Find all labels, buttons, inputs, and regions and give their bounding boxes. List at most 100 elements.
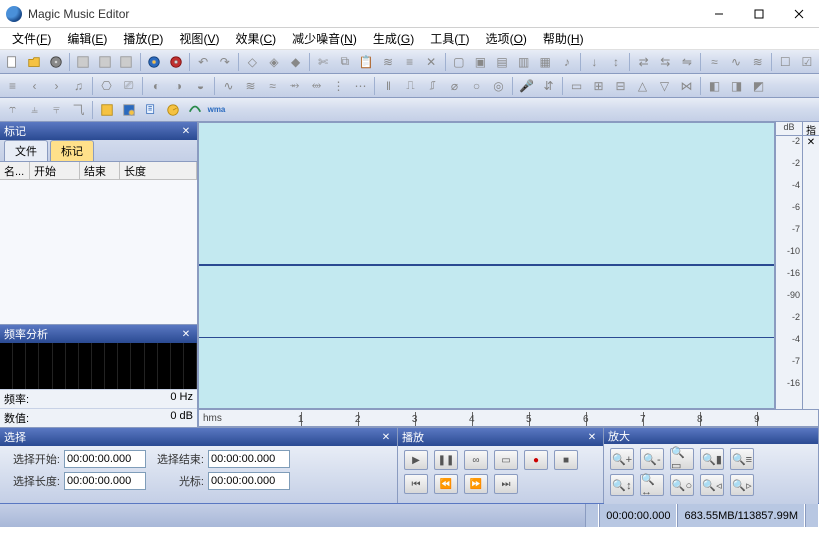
maximize-button[interactable] — [739, 0, 779, 28]
tool-d3[interactable]: ⫧ — [46, 99, 67, 120]
col-name[interactable]: 名... — [0, 162, 30, 179]
undo-button[interactable]: ↶ — [193, 51, 214, 72]
tool-c1[interactable]: ≡ — [2, 75, 23, 96]
tool-d5[interactable] — [96, 99, 117, 120]
tool-c8[interactable]: ◑ — [168, 75, 189, 96]
loop-button[interactable]: ∞ — [464, 450, 488, 470]
menu-noise[interactable]: 减少噪音(N) — [284, 28, 365, 49]
zoom-sel2-button[interactable]: 🔍≡ — [730, 448, 754, 470]
tool-c16[interactable]: ⋯ — [350, 75, 371, 96]
tool-c14[interactable]: ⥈ — [306, 75, 327, 96]
tool-b16[interactable]: ⇋ — [677, 51, 698, 72]
tool-b6[interactable]: ▢ — [448, 51, 469, 72]
selection-end-input[interactable]: 00:00:00.000 — [208, 450, 290, 468]
frequency-panel-close-button[interactable]: ✕ — [179, 327, 193, 341]
menu-tools[interactable]: 工具(T) — [422, 28, 477, 49]
tool-c15[interactable]: ⋮ — [328, 75, 349, 96]
tool-b5[interactable]: ≡ — [399, 51, 420, 72]
tool-b19[interactable]: ≋ — [747, 51, 768, 72]
tool-c24[interactable]: ▭ — [566, 75, 587, 96]
rewind-button[interactable]: ⏪ — [434, 474, 458, 494]
playback-panel-close-button[interactable]: ✕ — [585, 430, 599, 444]
right-header-close-icon[interactable]: ✕ — [807, 137, 815, 148]
tool-b10[interactable]: ▦ — [535, 51, 556, 72]
menu-generate[interactable]: 生成(G) — [365, 28, 422, 49]
skip-start-button[interactable]: ⏮ — [404, 474, 428, 494]
zoom-v-out-button[interactable]: 🔍↔ — [640, 474, 664, 496]
tool-c30[interactable]: ◧ — [704, 75, 725, 96]
forward-button[interactable]: ⏩ — [464, 474, 488, 494]
time-ruler[interactable]: hms 123456789 — [198, 409, 819, 427]
tool-c2[interactable]: ‹ — [24, 75, 45, 96]
tool-c28[interactable]: ▽ — [654, 75, 675, 96]
zoom-right-button[interactable]: 🔍▹ — [730, 474, 754, 496]
tool-b4[interactable]: ≋ — [378, 51, 399, 72]
col-end[interactable]: 结束 — [80, 162, 120, 179]
tool-b14[interactable]: ⇄ — [633, 51, 654, 72]
redo-button[interactable]: ↷ — [214, 51, 235, 72]
tool-d4[interactable]: ⺄ — [68, 99, 89, 120]
tool-b2[interactable]: ◈ — [264, 51, 285, 72]
zoom-reset-button[interactable]: 🔍○ — [670, 474, 694, 496]
zoom-in-button[interactable]: 🔍+ — [610, 448, 634, 470]
tool-c11[interactable]: ≋ — [240, 75, 261, 96]
paste-button[interactable]: 📋 — [356, 51, 377, 72]
tool-c17[interactable]: ǁ — [378, 75, 399, 96]
zoom-fit-button[interactable]: 🔍▭ — [670, 448, 694, 470]
menu-help[interactable]: 帮助(H) — [535, 28, 592, 49]
skip-end-button[interactable]: ⏭ — [494, 474, 518, 494]
col-length[interactable]: 长度 — [120, 162, 197, 179]
tool-b9[interactable]: ▥ — [513, 51, 534, 72]
zoom-left-button[interactable]: 🔍◃ — [700, 474, 724, 496]
tool-c10[interactable]: ∿ — [218, 75, 239, 96]
tab-markers[interactable]: 标记 — [50, 140, 94, 161]
tool-c32[interactable]: ◩ — [748, 75, 769, 96]
tool-c25[interactable]: ⊞ — [588, 75, 609, 96]
export-button[interactable] — [116, 51, 137, 72]
tool-c9[interactable]: ◒ — [190, 75, 211, 96]
menu-edit[interactable]: 编辑(E) — [59, 28, 115, 49]
save-button[interactable] — [73, 51, 94, 72]
tool-b7[interactable]: ▣ — [470, 51, 491, 72]
tool-c7[interactable]: ◐ — [146, 75, 167, 96]
tool-c13[interactable]: ⥇ — [284, 75, 305, 96]
tool-c21[interactable]: ○ — [466, 75, 487, 96]
tool-c6[interactable]: ⎚ — [118, 75, 139, 96]
menu-options[interactable]: 选项(O) — [478, 28, 535, 49]
tab-file[interactable]: 文件 — [4, 140, 48, 161]
menu-file[interactable]: 文件(F) — [4, 28, 59, 49]
tool-d9[interactable] — [184, 99, 205, 120]
tool-c4[interactable]: ♫ — [68, 75, 89, 96]
cd-button[interactable] — [45, 51, 66, 72]
col-start[interactable]: 开始 — [30, 162, 80, 179]
tool-c18[interactable]: ⎍ — [400, 75, 421, 96]
save-as-button[interactable] — [94, 51, 115, 72]
new-file-button[interactable] — [2, 51, 23, 72]
tool-b17[interactable]: ≈ — [704, 51, 725, 72]
tool-d8[interactable] — [162, 99, 183, 120]
tool-b11[interactable]: ♪ — [557, 51, 578, 72]
tool-c5[interactable]: ⎔ — [96, 75, 117, 96]
tool-d7[interactable] — [140, 99, 161, 120]
tool-d2[interactable]: ⫨ — [24, 99, 45, 120]
tool-b12[interactable]: ↓ — [584, 51, 605, 72]
gap-button[interactable]: ▭ — [494, 450, 518, 470]
tool-b20[interactable]: ☐ — [775, 51, 796, 72]
menu-view[interactable]: 视图(V) — [171, 28, 227, 49]
menu-play[interactable]: 播放(P) — [115, 28, 171, 49]
tool-b13[interactable]: ↕ — [606, 51, 627, 72]
selection-panel-close-button[interactable]: ✕ — [379, 430, 393, 444]
tool-c19[interactable]: ⎎ — [422, 75, 443, 96]
tool-b21[interactable]: ☑ — [797, 51, 818, 72]
tool-b3[interactable]: ◆ — [285, 51, 306, 72]
cut-button[interactable]: ✄ — [313, 51, 334, 72]
tool-d10[interactable]: wma — [206, 99, 227, 120]
tool-c22[interactable]: ◎ — [488, 75, 509, 96]
stop-button[interactable]: ■ — [554, 450, 578, 470]
tool-b8[interactable]: ▤ — [492, 51, 513, 72]
tool-c29[interactable]: ⋈ — [676, 75, 697, 96]
copy-button[interactable]: ⧉ — [334, 51, 355, 72]
delete-button[interactable]: ✕ — [421, 51, 442, 72]
tool-c27[interactable]: △ — [632, 75, 653, 96]
markers-panel-close-button[interactable]: ✕ — [179, 124, 193, 138]
